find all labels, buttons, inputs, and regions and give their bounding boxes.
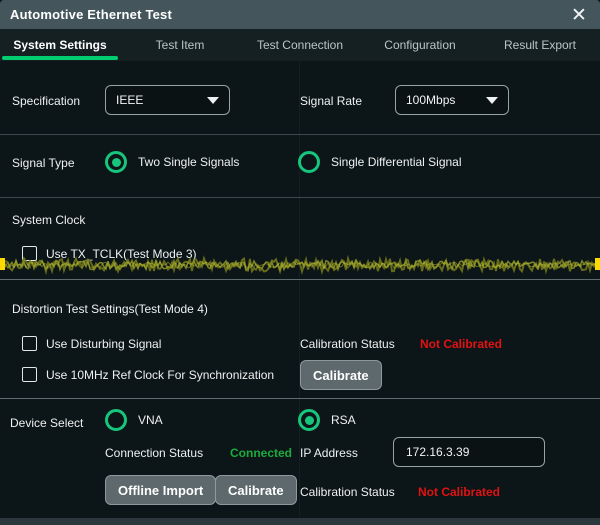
calibration-status-value: Not Calibrated <box>420 337 502 351</box>
checkbox-icon <box>22 367 37 382</box>
radio-icon <box>298 151 320 173</box>
signal-rate-label: Signal Rate <box>300 94 362 108</box>
tab-label: Test Item <box>156 38 205 52</box>
section-divider <box>0 134 600 135</box>
section-divider <box>0 197 600 198</box>
checkbox-label: Use Disturbing Signal <box>46 337 161 351</box>
active-tab-underline <box>2 56 118 60</box>
close-button[interactable]: ✕ <box>566 3 592 27</box>
tab-label: Configuration <box>384 38 455 52</box>
waveform-left-marker <box>0 258 5 270</box>
tab-label: Result Export <box>504 38 576 52</box>
system-clock-title: System Clock <box>12 213 85 227</box>
automotive-ethernet-test-dialog: Automotive Ethernet Test ✕ System Settin… <box>0 0 600 525</box>
chevron-down-icon <box>207 97 219 104</box>
waveform-right-marker <box>595 258 600 270</box>
underlying-screen-edge <box>0 518 600 525</box>
tab-result-export[interactable]: Result Export <box>480 29 600 61</box>
specification-label: Specification <box>12 94 80 108</box>
radio-icon <box>105 151 127 173</box>
section-divider <box>0 398 600 399</box>
distortion-title: Distortion Test Settings(Test Mode 4) <box>12 302 208 316</box>
radio-label: RSA <box>331 413 356 427</box>
tab-test-item[interactable]: Test Item <box>120 29 240 61</box>
checkbox-icon <box>22 336 37 351</box>
checkbox-icon <box>22 246 37 261</box>
radio-rsa[interactable]: RSA <box>298 409 356 431</box>
checkbox-label: Use 10MHz Ref Clock For Synchronization <box>46 368 274 382</box>
section-divider <box>0 279 600 280</box>
ip-address-input[interactable] <box>393 437 545 467</box>
radio-label: Single Differential Signal <box>331 155 462 169</box>
window-title: Automotive Ethernet Test <box>10 7 172 22</box>
radio-two-single-signals[interactable]: Two Single Signals <box>105 151 239 173</box>
disturbing-signal-checkbox[interactable]: Use Disturbing Signal <box>22 336 161 351</box>
tab-system-settings[interactable]: System Settings <box>0 29 120 61</box>
tabbar: System Settings Test Item Test Connectio… <box>0 29 600 61</box>
specification-dropdown[interactable]: IEEE <box>105 85 230 115</box>
radio-label: VNA <box>138 413 163 427</box>
tab-test-connection[interactable]: Test Connection <box>240 29 360 61</box>
tab-configuration[interactable]: Configuration <box>360 29 480 61</box>
calibration-status-label-rsa: Calibration Status <box>300 485 395 499</box>
signal-rate-value: 100Mbps <box>406 93 455 107</box>
ref-clock-checkbox[interactable]: Use 10MHz Ref Clock For Synchronization <box>22 367 274 382</box>
device-select-label: Device Select <box>10 416 83 430</box>
tab-label: Test Connection <box>257 38 343 52</box>
calibrate-button-rsa[interactable]: Calibrate <box>215 475 297 505</box>
offline-import-button[interactable]: Offline Import <box>105 475 216 505</box>
connection-status-value: Connected <box>230 446 292 460</box>
connection-status-label: Connection Status <box>105 446 203 460</box>
close-icon: ✕ <box>571 4 587 27</box>
tab-label: System Settings <box>13 38 106 52</box>
radio-single-differential-signal[interactable]: Single Differential Signal <box>298 151 462 173</box>
signal-rate-dropdown[interactable]: 100Mbps <box>395 85 509 115</box>
specification-value: IEEE <box>116 93 143 107</box>
ip-address-label: IP Address <box>300 446 358 460</box>
radio-icon <box>298 409 320 431</box>
tx-tclk-checkbox[interactable]: Use TX_TCLK(Test Mode 3) <box>22 246 197 261</box>
chevron-down-icon <box>486 97 498 104</box>
radio-icon <box>105 409 127 431</box>
calibration-status-label: Calibration Status <box>300 337 395 351</box>
radio-label: Two Single Signals <box>138 155 239 169</box>
signal-type-label: Signal Type <box>12 156 75 170</box>
titlebar: Automotive Ethernet Test ✕ <box>0 0 600 29</box>
calibration-status-value-rsa: Not Calibrated <box>418 485 500 499</box>
calibrate-button[interactable]: Calibrate <box>300 360 382 390</box>
radio-vna[interactable]: VNA <box>105 409 163 431</box>
checkbox-label: Use TX_TCLK(Test Mode 3) <box>46 247 197 261</box>
